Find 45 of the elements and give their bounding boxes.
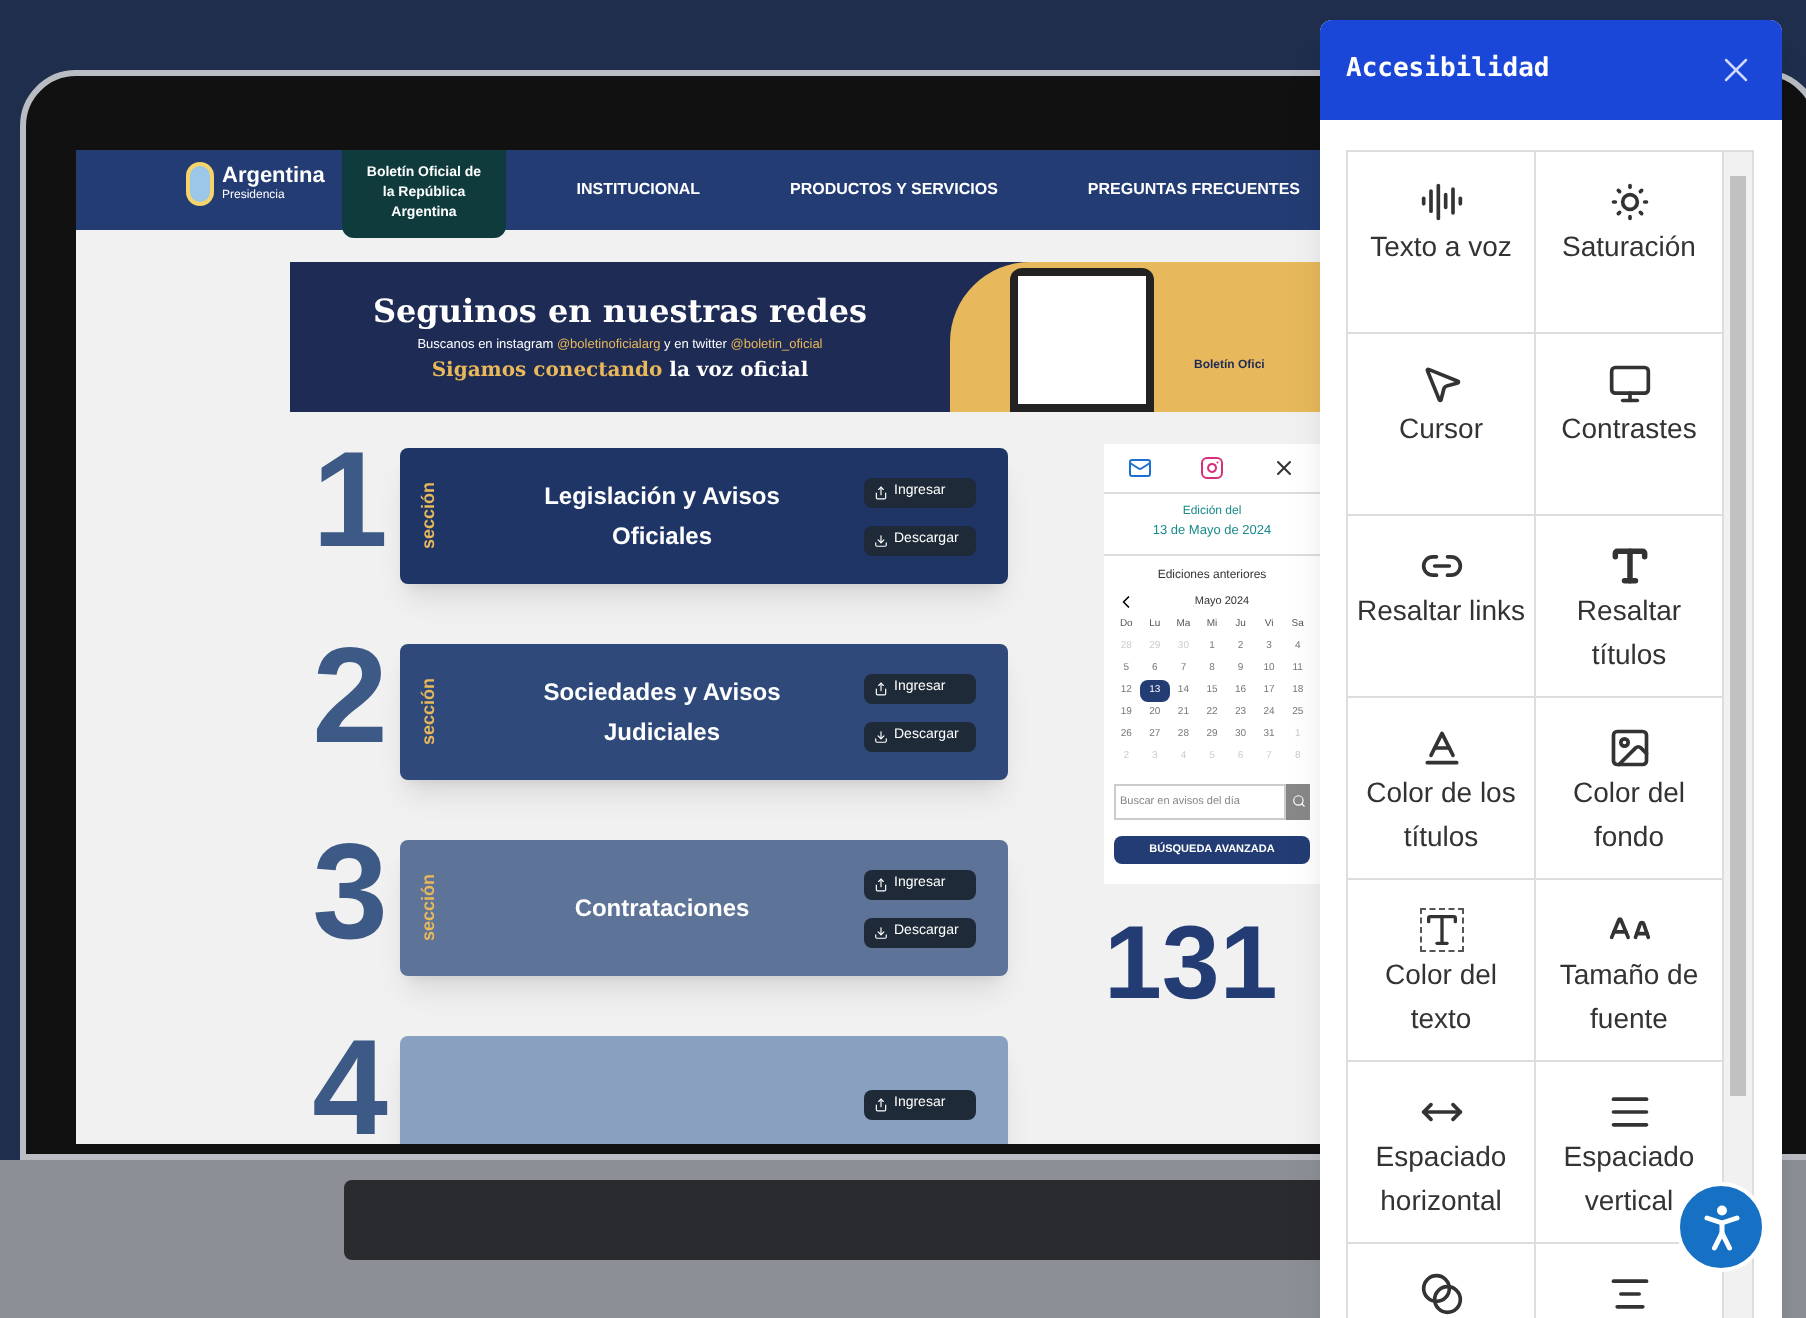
section-label: sección [416, 678, 441, 746]
section-number: 4 [310, 1032, 390, 1140]
section-title: Contrataciones [574, 892, 750, 926]
section-title: Sociedades y Avisos Judiciales [541, 676, 783, 750]
banner-title: Seguinos en nuestras redes [372, 290, 868, 335]
section-label: sección [416, 874, 441, 942]
brand-name: Argentina [222, 164, 325, 188]
search-icon[interactable] [1291, 794, 1305, 809]
nav-item[interactable]: PREGUNTAS FRECUENTES [1067, 150, 1320, 230]
x-logo-icon[interactable] [1272, 456, 1296, 480]
share-icon [874, 681, 888, 695]
section-title: Legislación y Avisos Oficiales [542, 480, 782, 554]
image-icon [1607, 725, 1651, 770]
accessibility-option[interactable]: Color de los títulos [1348, 697, 1536, 880]
instagram-icon[interactable] [1200, 456, 1224, 480]
monitor-icon [1607, 361, 1651, 406]
accessibility-option[interactable]: Espaciado horizontal [1348, 1061, 1536, 1244]
counter-number: 131 [1104, 911, 1280, 1016]
letter-t-icon [1607, 543, 1651, 588]
section-label: sección [416, 482, 441, 550]
section-number: 3 [310, 836, 390, 944]
phone-drawing [1010, 268, 1154, 412]
sound-wave-icon [1419, 179, 1463, 224]
nav-item[interactable]: INSTITUCIONAL [556, 150, 721, 230]
section-number: 2 [310, 640, 390, 748]
download-icon [874, 729, 888, 743]
share-icon [874, 485, 888, 499]
accessibility-option[interactable]: Cursor [1348, 333, 1536, 516]
circles-icon [1419, 1271, 1463, 1316]
download-icon [874, 925, 888, 939]
dashed-letter-icon [1419, 907, 1463, 952]
panel-title: Accesibilidad [1346, 52, 1550, 89]
accessibility-option[interactable]: Texto a voz [1348, 151, 1536, 334]
emblem-icon [186, 162, 214, 206]
mail-icon[interactable] [1128, 456, 1152, 480]
section-number: 1 [310, 444, 390, 552]
accessibility-option[interactable]: Color del texto [1348, 879, 1536, 1062]
sun-icon [1607, 179, 1651, 224]
share-icon [874, 877, 888, 891]
scrollbar[interactable] [1724, 151, 1752, 1318]
download-icon [874, 533, 888, 547]
banner-slogan: Sigamos conectando la voz oficial [431, 357, 809, 386]
accessibility-option[interactable]: Resaltar links [1348, 515, 1536, 698]
share-icon [874, 1097, 888, 1111]
nav-item[interactable]: PRODUCTOS Y SERVICIOS [770, 150, 1018, 230]
